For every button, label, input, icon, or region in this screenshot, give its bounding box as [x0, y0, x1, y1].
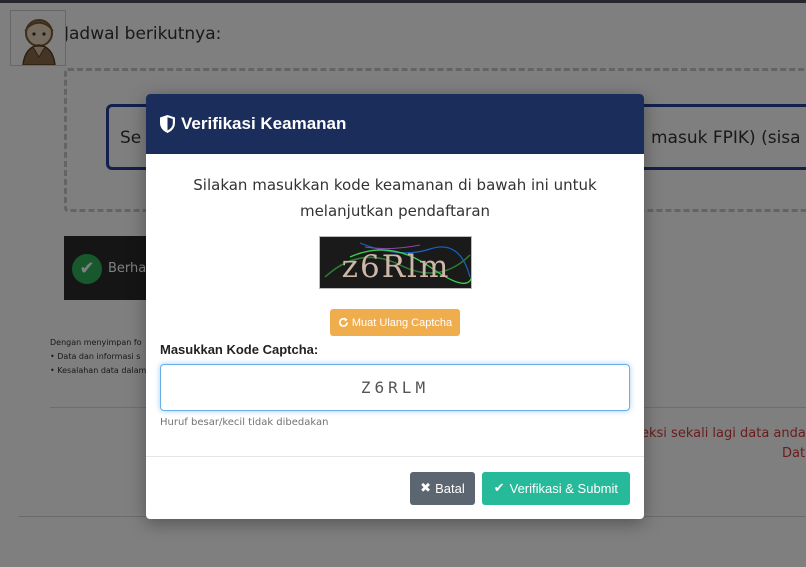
verify-submit-label: Verifikasi & Submit — [509, 480, 618, 496]
shield-icon — [160, 115, 175, 133]
captcha-input[interactable] — [160, 364, 630, 411]
times-icon: ✖ — [420, 480, 432, 495]
captcha-glyphs: z6Rlm — [341, 249, 450, 285]
cancel-button-label: Batal — [435, 480, 465, 496]
check-icon: ✔ — [493, 480, 505, 495]
captcha-image: z6Rlm — [318, 236, 472, 289]
reload-row: Muat Ulang Captcha — [160, 309, 630, 336]
instruction-text: Silakan masukkan kode keamanan di bawah … — [193, 176, 597, 220]
security-verification-modal: Verifikasi Keamanan Silakan masukkan kod… — [146, 94, 644, 519]
verify-submit-button[interactable]: ✔ Verifikasi & Submit — [481, 471, 630, 505]
reload-captcha-label: Muat Ulang Captcha — [351, 316, 453, 329]
captcha-input-label: Masukkan Kode Captcha: — [160, 342, 319, 357]
modal-header: Verifikasi Keamanan — [146, 94, 644, 154]
reload-captcha-button[interactable]: Muat Ulang Captcha — [329, 309, 461, 336]
captcha-container: z6Rlm — [160, 236, 630, 289]
modal-footer: ✖ Batal ✔ Verifikasi & Submit — [146, 457, 644, 519]
cancel-button[interactable]: ✖ Batal — [410, 471, 475, 505]
modal-title: Verifikasi Keamanan — [181, 114, 347, 133]
captcha-help-text: Huruf besar/kecil tidak dibedakan — [160, 417, 329, 428]
modal-body: Silakan masukkan kode keamanan di bawah … — [146, 154, 644, 457]
refresh-icon — [338, 317, 348, 327]
